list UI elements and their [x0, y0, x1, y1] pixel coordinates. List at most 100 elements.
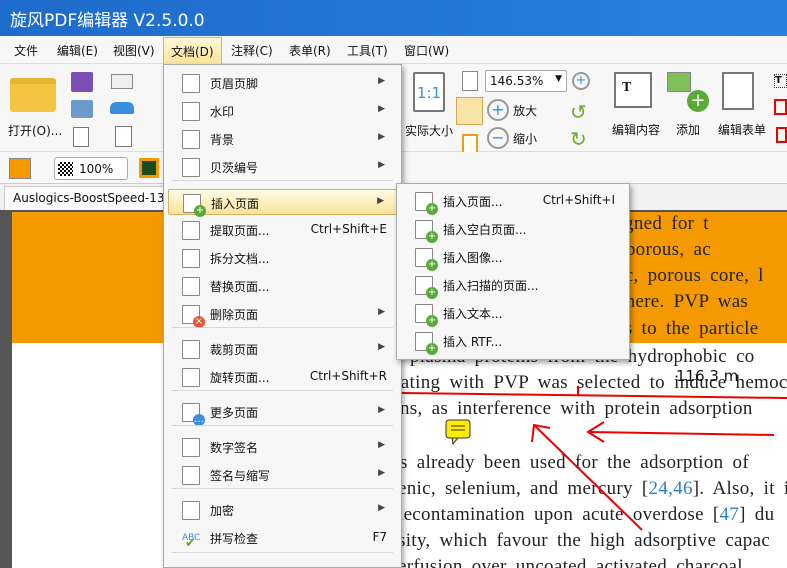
menu-item-more-pages[interactable]: … 更多页面 ▶ — [168, 399, 397, 426]
new-page-icon[interactable] — [115, 126, 132, 147]
menu-item-spell-check[interactable]: ABC ✔ 拼写检查 F7 — [168, 525, 397, 551]
insert-page-icon: + — [415, 192, 438, 215]
sign-initials-icon — [182, 466, 200, 485]
tab-document[interactable]: Auslogics-BoostSpeed-13 — [4, 186, 164, 210]
rotate-pages-icon — [182, 368, 200, 387]
chevron-right-icon: ▶ — [378, 342, 385, 352]
insert-rtf-icon: + — [415, 332, 438, 355]
menu-item-label: 加密 — [210, 504, 235, 518]
chevron-right-icon: ▶ — [378, 468, 385, 478]
stroke-color-swatch[interactable] — [139, 158, 159, 178]
menu-item-label: 插入 RTF... — [443, 335, 503, 349]
actual-size-icon: 1:1 — [413, 72, 445, 112]
menu-item-delete-pages[interactable]: × 删除页面 ▶ — [168, 301, 397, 328]
export-icon[interactable] — [73, 127, 89, 147]
menu-item-bates-number[interactable]: 贝茨编号 ▶ — [168, 154, 397, 180]
magnifier-icon[interactable]: + — [572, 72, 590, 90]
edit-text-icon: T — [614, 72, 652, 108]
opacity-value: 100% — [79, 162, 114, 176]
text-box-icon[interactable] — [774, 99, 787, 115]
zoom-select[interactable]: 146.53% ▼ — [485, 70, 567, 92]
menu-item-background[interactable]: 背景 ▶ — [168, 126, 397, 152]
menu-item-insert-blank-page[interactable]: + 插入空白页面... — [401, 216, 625, 243]
menu-item-watermark[interactable]: 水印 ▶ — [168, 98, 397, 124]
add-image-text-icon — [667, 72, 691, 92]
menu-item-insert-scanned-page[interactable]: + 插入扫描的页面... — [401, 272, 625, 299]
menu-item-insert-page[interactable]: + 插入页面 ▶ — [168, 189, 397, 217]
add-label: 添加 — [676, 123, 701, 137]
menu-file[interactable]: 文件 — [14, 42, 38, 59]
menu-item-label: 插入扫描的页面... — [443, 279, 539, 293]
menu-item-insert-rtf[interactable]: + 插入 RTF... — [401, 328, 625, 355]
menu-item-rotate-pages[interactable]: 旋转页面... Ctrl+Shift+R — [168, 364, 397, 390]
scan-icon[interactable] — [110, 102, 134, 114]
menu-separator — [172, 552, 393, 553]
menu-document[interactable]: 文档(D) — [163, 37, 222, 64]
print-icon[interactable] — [71, 100, 93, 118]
edit-content-button[interactable]: T 编辑内容 — [608, 70, 668, 150]
menu-item-label: 水印 — [210, 105, 235, 119]
menu-item-crop-pages[interactable]: 裁剪页面 ▶ — [168, 336, 397, 362]
fit-visible-icon[interactable] — [462, 134, 478, 154]
menu-item-replace-pages[interactable]: 替换页面... — [168, 273, 397, 299]
menu-form[interactable]: 表单(R) — [289, 42, 331, 59]
opacity-select[interactable]: 100% — [54, 157, 128, 180]
rotate-left-icon[interactable]: ↺ — [570, 101, 592, 123]
menu-separator — [172, 327, 393, 328]
email-icon[interactable] — [111, 74, 133, 89]
fit-width-icon[interactable] — [456, 97, 483, 125]
menu-item-split-document[interactable]: 拆分文档... — [168, 245, 397, 271]
menu-item-label: 签名与缩写 — [210, 469, 271, 483]
chevron-right-icon: ▶ — [378, 503, 385, 513]
extract-pages-icon — [182, 221, 200, 240]
menu-item-sign-initials[interactable]: 签名与缩写 ▶ — [168, 462, 397, 488]
menu-item-insert-text[interactable]: + 插入文本... — [401, 300, 625, 327]
zoom-in-label: 放大 — [513, 104, 538, 118]
rotate-right-icon[interactable]: ↻ — [570, 128, 592, 150]
save-icon[interactable] — [71, 72, 93, 92]
menu-item-label: 插入文本... — [443, 307, 503, 321]
fit-page-icon[interactable] — [462, 71, 478, 91]
menu-item-digital-signature[interactable]: 数字签名 ▶ — [168, 434, 397, 460]
menu-view[interactable]: 视图(V) — [113, 42, 155, 59]
menu-item-label: 背景 — [210, 133, 235, 147]
note-icon[interactable] — [445, 419, 471, 446]
split-document-icon — [182, 249, 200, 268]
menu-item-label: 插入空白页面... — [443, 223, 527, 237]
add-button[interactable]: + 添加 — [665, 70, 715, 150]
chevron-right-icon: ▶ — [378, 132, 385, 142]
text-field-icon[interactable]: T — [774, 74, 787, 88]
chevron-down-icon: ▼ — [555, 74, 562, 84]
arrow-annotation[interactable] — [531, 423, 643, 531]
menu-tools[interactable]: 工具(T) — [347, 42, 388, 59]
edit-content-label: 编辑内容 — [612, 123, 661, 137]
menu-item-label: 插入图像... — [443, 251, 503, 265]
menu-item-label: 插入页面... — [443, 195, 503, 209]
menu-item-label: 替换页面... — [210, 280, 270, 294]
chevron-right-icon: ▶ — [378, 307, 385, 317]
callout-icon[interactable] — [776, 127, 787, 143]
chevron-right-icon: ▶ — [378, 440, 385, 450]
arrow-annotation[interactable] — [586, 421, 775, 443]
menu-window[interactable]: 窗口(W) — [404, 42, 449, 59]
menu-edit[interactable]: 编辑(E) — [57, 42, 98, 59]
zoom-in-button[interactable]: + 放大 — [487, 99, 547, 121]
menu-comment[interactable]: 注释(C) — [231, 42, 273, 59]
menu-item-insert-image[interactable]: + 插入图像... — [401, 244, 625, 271]
menu-item-insert-page[interactable]: + 插入页面... Ctrl+Shift+I — [401, 188, 625, 215]
actual-size-button[interactable]: 1:1 实际大小 — [405, 70, 457, 148]
zoom-out-button[interactable]: − 缩小 — [487, 127, 547, 149]
digital-signature-icon — [182, 438, 200, 457]
menu-separator — [172, 425, 393, 426]
measure-line[interactable] — [401, 392, 787, 399]
menu-item-encrypt[interactable]: 加密 ▶ — [168, 497, 397, 523]
open-button[interactable]: 打开(O)... — [6, 72, 62, 150]
insert-text-icon: + — [415, 304, 438, 327]
fill-color-swatch[interactable] — [9, 158, 31, 179]
menu-item-extract-pages[interactable]: 提取页面... Ctrl+Shift+E — [168, 217, 397, 243]
plus-circle-icon: + — [487, 99, 509, 121]
menu-item-header-footer[interactable]: 页眉页脚 ▶ — [168, 70, 397, 96]
chevron-right-icon: ▶ — [377, 196, 384, 206]
edit-form-button[interactable]: 编辑表单 — [716, 70, 770, 150]
folder-icon — [10, 78, 56, 112]
